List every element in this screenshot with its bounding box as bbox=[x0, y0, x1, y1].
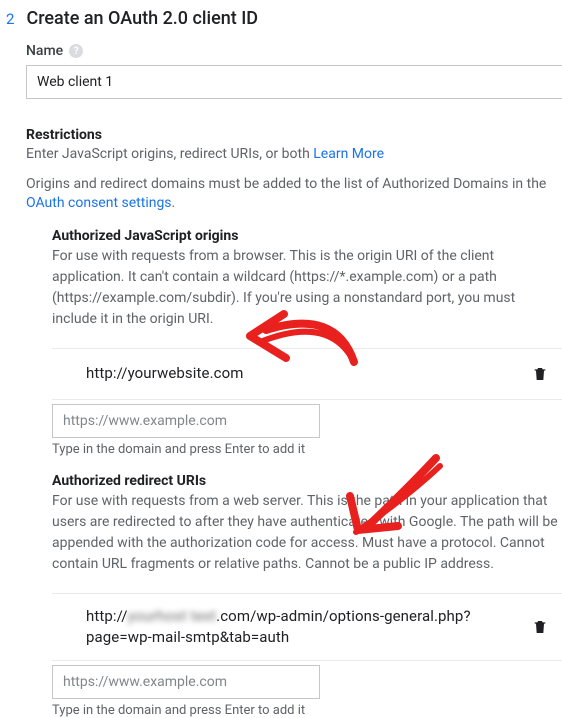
origin-entry-row: http://yourwebsite.com bbox=[52, 349, 562, 399]
origin-hint: Type in the domain and press Enter to ad… bbox=[52, 442, 562, 457]
help-icon[interactable]: ? bbox=[69, 44, 83, 58]
trash-icon bbox=[532, 365, 548, 383]
delete-redirect-button[interactable] bbox=[526, 614, 554, 640]
step-number: 2 bbox=[6, 10, 14, 28]
add-origin-input[interactable] bbox=[52, 404, 320, 438]
add-redirect-input[interactable] bbox=[52, 665, 320, 699]
delete-origin-button[interactable] bbox=[526, 361, 554, 387]
redirect-entry-row: http://yourhost text.com/wp-admin/option… bbox=[52, 594, 562, 660]
restrictions-domains-note: Origins and redirect domains must be add… bbox=[26, 175, 562, 214]
page-title: Create an OAuth 2.0 client ID bbox=[26, 8, 258, 29]
redirect-uris-description: For use with requests from a web server.… bbox=[52, 491, 562, 575]
redirect-uris-heading: Authorized redirect URIs bbox=[52, 473, 562, 489]
js-origins-description: For use with requests from a browser. Th… bbox=[52, 246, 562, 330]
restrictions-heading: Restrictions bbox=[26, 127, 562, 143]
origin-entry-value: http://yourwebsite.com bbox=[86, 363, 244, 384]
name-input[interactable] bbox=[26, 65, 562, 99]
trash-icon bbox=[532, 618, 548, 636]
name-label: Name bbox=[26, 43, 63, 59]
oauth-consent-link[interactable]: OAuth consent settings bbox=[26, 195, 172, 211]
redirect-hint: Type in the domain and press Enter to ad… bbox=[52, 703, 562, 718]
restrictions-intro: Enter JavaScript origins, redirect URIs,… bbox=[26, 145, 562, 165]
redirect-entry-value: http://yourhost text.com/wp-admin/option… bbox=[86, 606, 516, 648]
learn-more-link[interactable]: Learn More bbox=[313, 146, 384, 162]
js-origins-heading: Authorized JavaScript origins bbox=[52, 228, 562, 244]
